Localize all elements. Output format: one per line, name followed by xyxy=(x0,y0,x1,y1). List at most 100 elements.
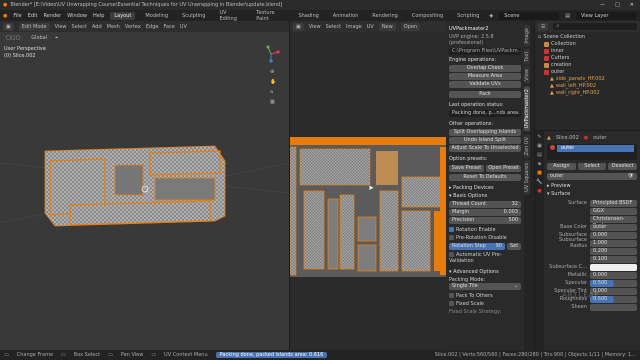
blender-menu-icon[interactable]: ● xyxy=(3,13,7,19)
tab-zen-uv[interactable]: Zen UV xyxy=(524,133,530,159)
menu-window[interactable]: Window xyxy=(67,13,87,19)
open-image-button[interactable]: Open xyxy=(400,22,421,31)
measure-area-button[interactable]: Measure Area xyxy=(449,73,521,80)
material-slot-list[interactable]: outer xyxy=(547,144,637,160)
menu-edit[interactable]: Edit xyxy=(28,13,38,19)
preview-section[interactable]: ▸ Preview xyxy=(547,183,637,189)
maximize-icon[interactable]: □ xyxy=(615,2,620,8)
tab-view[interactable]: View xyxy=(524,66,530,85)
distribution-dropdown[interactable]: GGX xyxy=(590,207,637,215)
viewport-menu-uv[interactable]: UV xyxy=(180,24,187,30)
new-image-button[interactable]: New xyxy=(378,22,396,31)
outliner-root[interactable]: ▫ Scene Collection xyxy=(538,34,637,41)
tab-image[interactable]: Image xyxy=(524,25,530,47)
packing-devices-section[interactable]: ▸ Packing Devices xyxy=(449,185,521,191)
uv-menu-image[interactable]: Image xyxy=(346,24,362,30)
tab-modeling[interactable]: Modeling xyxy=(141,12,172,20)
packing-mode-dropdown[interactable]: Single Tile ⌄ xyxy=(449,283,521,290)
viewport-menu-face[interactable]: Face xyxy=(163,24,174,30)
outliner-row[interactable]: Cutters xyxy=(538,55,637,62)
margin-field[interactable]: Margin 0.003 xyxy=(449,209,521,216)
uv-menu-select[interactable]: Select xyxy=(326,24,341,30)
uv-editor-type-icon[interactable]: ▣ xyxy=(293,22,304,31)
specular-field[interactable]: 0.500 xyxy=(590,279,637,287)
material-tab-icon[interactable]: ● xyxy=(537,188,541,194)
prerotation-disable-checkbox[interactable]: Pre-Rotation Disable xyxy=(449,235,521,241)
rotation-enable-checkbox[interactable]: Rotation Enable xyxy=(449,227,521,233)
tab-layout[interactable]: Layout xyxy=(110,11,136,20)
outliner-editor-icon[interactable]: ☰ xyxy=(538,22,549,31)
tab-scripting[interactable]: Scripting xyxy=(453,12,483,20)
pack-button[interactable]: Pack xyxy=(449,91,521,98)
editor-type-icon[interactable]: ▣ xyxy=(3,22,14,31)
subsurface-radius-y[interactable]: 0.200 xyxy=(590,247,637,255)
select-button[interactable]: Select xyxy=(577,163,607,170)
adjust-scale-button[interactable]: Adjust Scale To Unselected xyxy=(449,145,521,152)
scene-tab-icon[interactable]: ◈ xyxy=(538,161,542,167)
menu-help[interactable]: Help xyxy=(93,13,104,19)
outliner-row[interactable]: ▲ wall_left_HP.002 xyxy=(538,83,637,90)
tab-compositing[interactable]: Compositing xyxy=(408,12,447,20)
material-selector[interactable]: outer 🛡 xyxy=(547,173,637,180)
engine-path-field[interactable]: C:\Program Files\UVPackm... xyxy=(449,48,521,55)
outliner-search-input[interactable]: ⌕ xyxy=(553,23,637,30)
base-color-field[interactable]: outer xyxy=(590,223,637,231)
viewport-menu-mesh[interactable]: Mesh xyxy=(107,24,120,30)
validate-uvs-button[interactable]: Validate UVs xyxy=(449,81,521,88)
metallic-field[interactable]: 0.000 xyxy=(590,271,637,279)
surface-shader-field[interactable]: Principled BSDF xyxy=(590,199,637,207)
tab-animation[interactable]: Animation xyxy=(329,12,363,20)
outliner-row[interactable]: ▲ wall_right_HP.002 xyxy=(538,90,637,97)
tab-sculpting[interactable]: Sculpting xyxy=(178,12,209,20)
tab-rendering[interactable]: Rendering xyxy=(368,12,402,20)
menu-file[interactable]: File xyxy=(13,13,21,19)
split-overlapping-button[interactable]: Split Overlapping Islands xyxy=(449,129,521,136)
viewport-menu-edge[interactable]: Edge xyxy=(146,24,159,30)
outliner-row[interactable]: outer xyxy=(538,69,637,76)
mode-selector[interactable]: Edit Mode xyxy=(18,22,50,31)
auto-prevalidation-checkbox[interactable]: Automatic UV Pre-Validation xyxy=(449,252,521,264)
snap-icon[interactable]: ⌖ xyxy=(55,35,58,41)
advanced-options-section[interactable]: ▾ Advanced Options xyxy=(449,269,521,275)
viewport-menu-view[interactable]: View xyxy=(55,24,67,30)
viewport-menu-add[interactable]: Add xyxy=(92,24,102,30)
tab-shading[interactable]: Shading xyxy=(294,12,322,20)
precision-field[interactable]: Precision 500 xyxy=(449,217,521,224)
reset-defaults-button[interactable]: Reset To Defaults xyxy=(449,174,521,181)
object-tab-icon[interactable]: ■ xyxy=(537,170,542,176)
uv-editor-canvas[interactable]: ➤ xyxy=(290,32,446,350)
surface-section[interactable]: ▾ Surface xyxy=(547,191,637,197)
3d-viewport[interactable]: User Perspective (0) Slice.002 ⊕ ✋ ⌂ ▦ xyxy=(0,43,289,350)
save-preset-button[interactable]: Save Preset xyxy=(449,165,484,172)
subsurface-field[interactable]: 0.000 xyxy=(590,231,637,239)
modifier-tab-icon[interactable]: 🔧 xyxy=(536,179,542,185)
viewport-menu-select[interactable]: Select xyxy=(72,24,87,30)
overlap-check-button[interactable]: Overlap Check xyxy=(449,65,521,72)
outliner-row[interactable]: creation xyxy=(538,62,637,69)
close-icon[interactable]: ✕ xyxy=(630,2,634,8)
pack-to-others-checkbox[interactable]: Pack To Others xyxy=(449,293,521,299)
uv-menu-uv[interactable]: UV xyxy=(367,24,374,30)
sheen-field[interactable] xyxy=(590,303,637,311)
tab-uv-squares[interactable]: UV Squares xyxy=(524,160,530,195)
basic-options-section[interactable]: ▾ Basic Options xyxy=(449,193,521,199)
tool-tab-icon[interactable]: ✎ xyxy=(537,134,541,140)
view-layer-selector[interactable]: View Layer xyxy=(576,11,636,20)
render-tab-icon[interactable]: ▣ xyxy=(537,143,542,149)
select-mode-icon[interactable]: ▢▢▢ xyxy=(3,33,24,42)
outliner-row[interactable]: inner xyxy=(538,48,637,55)
tab-uvpackmaster2[interactable]: UVPackmaster2 xyxy=(524,86,530,132)
rotation-step-field[interactable]: Rotation Step 90 xyxy=(449,243,505,250)
subsurface-radius-x[interactable]: 1.000 xyxy=(590,239,637,247)
fake-user-icon[interactable]: 🛡 xyxy=(628,173,634,180)
tab-tool[interactable]: Tool xyxy=(524,48,530,65)
rotation-step-set-button[interactable]: Set xyxy=(507,243,521,250)
open-preset-button[interactable]: Open Preset xyxy=(486,165,521,172)
outliner-row[interactable]: Collection xyxy=(538,41,637,48)
minimize-icon[interactable]: — xyxy=(600,2,605,8)
viewport-menu-vertex[interactable]: Vertex xyxy=(125,24,141,30)
output-tab-icon[interactable]: ▤ xyxy=(537,152,542,158)
undo-island-split-button[interactable]: Undo Island Split xyxy=(449,137,521,144)
menu-render[interactable]: Render xyxy=(43,13,61,19)
uv-menu-view[interactable]: View xyxy=(309,24,321,30)
